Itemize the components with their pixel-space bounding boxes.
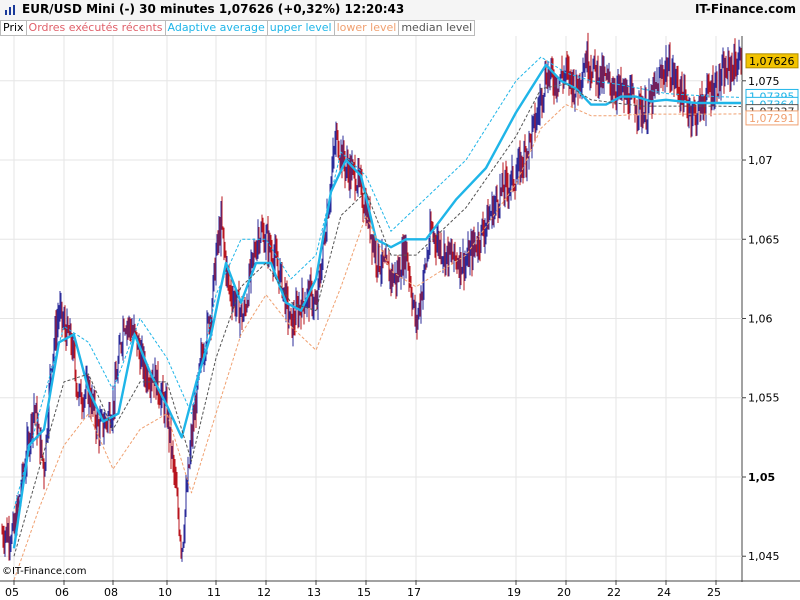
x-tick-label: 11 (207, 586, 221, 599)
x-tick-label: 22 (607, 586, 621, 599)
y-tick-label: 1,055 (748, 392, 780, 405)
x-tick-label: 05 (5, 586, 19, 599)
x-tick-label: 24 (657, 586, 671, 599)
y-tick-label: 1,075 (748, 75, 780, 88)
y-tick-label: 1,07 (748, 154, 773, 167)
x-tick-label: 17 (407, 586, 421, 599)
x-tick-label: 06 (55, 586, 69, 599)
copyright-text: ©IT-Finance.com (2, 566, 87, 577)
x-tick-label: 08 (104, 586, 118, 599)
x-tick-label: 25 (707, 586, 721, 599)
y-tick-label: 1,045 (748, 550, 780, 563)
y-tick-label: 1,06 (748, 313, 773, 326)
x-tick-label: 12 (257, 586, 271, 599)
price-tag-label: 1,07626 (749, 55, 795, 68)
x-tick-label: 13 (307, 586, 321, 599)
x-tick-label: 19 (507, 586, 521, 599)
x-tick-label: 20 (557, 586, 571, 599)
x-tick-label: 15 (357, 586, 371, 599)
price-tag-label: 1,07291 (749, 112, 795, 125)
plot-background (0, 36, 800, 582)
y-tick-label: 1,05 (748, 471, 775, 484)
chart-plot: 1,045 1,05 1,055 1,06 1,065 1,07 1,075 05 06 08 10… (0, 32, 800, 599)
x-tick-label: 10 (158, 586, 172, 599)
y-tick-label: 1,065 (748, 233, 780, 246)
